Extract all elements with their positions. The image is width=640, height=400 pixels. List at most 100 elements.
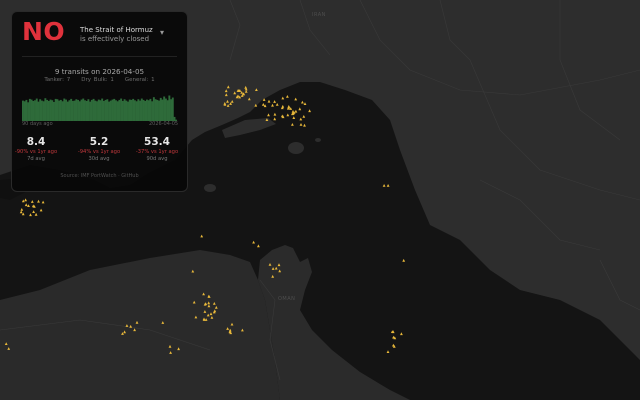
- ship-marker[interactable]: [267, 99, 271, 103]
- ship-marker[interactable]: [301, 100, 304, 104]
- breakdown-general: General: 1: [124, 77, 155, 83]
- sparkline-bar: [22, 100, 24, 121]
- sparkline-bar: [40, 100, 43, 121]
- stat-label: 7d avg: [27, 156, 45, 162]
- sparkline-bar: [144, 100, 147, 121]
- ship-marker[interactable]: [257, 244, 260, 248]
- sparkline-bar: [34, 100, 36, 121]
- ship-marker[interactable]: [303, 102, 307, 105]
- ship-marker[interactable]: [303, 123, 306, 127]
- ship-marker[interactable]: [41, 200, 45, 204]
- sparkline-end-label: 2026-04-05: [149, 121, 179, 127]
- sparkline-bar: [46, 99, 49, 121]
- sparkline-bar: [125, 100, 128, 121]
- sparkline-bar: [147, 100, 150, 121]
- sparkline-bar: [30, 99, 33, 121]
- ship-marker[interactable]: [267, 113, 270, 117]
- ship-marker[interactable]: [273, 100, 276, 103]
- transits-summary: 9 transits on 2026-04-05: [54, 67, 145, 76]
- sparkline-bar: [171, 97, 174, 121]
- sparkline-bar: [113, 98, 116, 121]
- ship-marker[interactable]: [286, 113, 290, 117]
- sparkline-bar: [170, 99, 173, 121]
- stat-delta: -37% vs 1yr ago: [135, 149, 179, 155]
- ship-marker[interactable]: [299, 123, 303, 126]
- ship-marker[interactable]: [298, 107, 302, 111]
- ship-marker[interactable]: [281, 96, 285, 100]
- ship-marker[interactable]: [286, 95, 289, 98]
- sparkline-bar: [63, 98, 66, 121]
- sparkline-bar: [142, 99, 145, 121]
- ship-marker[interactable]: [273, 112, 277, 116]
- map-label-oman: OMAN: [278, 296, 296, 302]
- sparkline-bar: [127, 101, 129, 121]
- ship-marker[interactable]: [32, 210, 35, 213]
- chevron-down-icon[interactable]: ▾: [160, 29, 168, 37]
- ship-marker[interactable]: [39, 208, 43, 212]
- transit-sparkline: [22, 95, 177, 121]
- stat-value: 5.2: [89, 136, 109, 148]
- sparkline-bar: [58, 100, 61, 121]
- headline-line1: The Strait of Hormuz: [80, 26, 153, 34]
- ship-marker[interactable]: [386, 350, 390, 353]
- ship-marker[interactable]: [261, 103, 265, 106]
- ship-marker[interactable]: [24, 198, 27, 202]
- ship-marker[interactable]: [200, 234, 204, 238]
- sparkline-bar: [159, 97, 162, 121]
- stat-7d: 8.4 -90% vs 1yr ago 7d avg: [12, 136, 60, 163]
- ship-marker[interactable]: [292, 116, 296, 119]
- ship-marker[interactable]: [299, 117, 303, 121]
- sparkline-bar: [158, 100, 160, 121]
- stat-value: 8.4: [26, 136, 46, 148]
- sparkline-bar: [102, 100, 105, 121]
- sparkline-bar: [89, 101, 92, 121]
- ship-marker[interactable]: [386, 184, 390, 187]
- sparkline-bar: [77, 99, 80, 121]
- sparkline-bar: [75, 99, 78, 121]
- ship-marker[interactable]: [27, 204, 30, 207]
- sparkline-bar: [116, 101, 119, 121]
- ship-marker[interactable]: [252, 240, 255, 244]
- ship-marker[interactable]: [275, 103, 279, 106]
- sparkline-bar: [94, 100, 97, 121]
- ship-marker[interactable]: [271, 103, 274, 107]
- ship-marker[interactable]: [302, 115, 306, 118]
- ship-marker[interactable]: [291, 123, 294, 126]
- ship-marker[interactable]: [24, 203, 28, 207]
- ship-marker[interactable]: [34, 212, 38, 216]
- sparkline-bar: [65, 99, 67, 121]
- sparkline-bar: [51, 100, 54, 121]
- sparkline-bar: [27, 102, 30, 121]
- ship-marker[interactable]: [30, 200, 34, 203]
- ship-marker[interactable]: [382, 184, 386, 187]
- ship-marker[interactable]: [281, 104, 285, 108]
- ship-marker[interactable]: [19, 210, 23, 214]
- ship-marker[interactable]: [37, 199, 40, 203]
- ship-marker[interactable]: [294, 97, 298, 101]
- sparkline-bar: [121, 100, 124, 121]
- ship-marker[interactable]: [21, 199, 25, 203]
- sparkline-bar: [35, 98, 38, 121]
- sparkline-bar: [130, 99, 133, 121]
- sparkline-bar: [164, 98, 167, 121]
- headline-line2: is effectively closed: [80, 35, 150, 43]
- source-link[interactable]: Source: IMF PortWatch · GitHub: [22, 173, 177, 179]
- ship-marker[interactable]: [29, 213, 32, 217]
- sparkline-bar: [71, 100, 74, 121]
- ship-marker[interactable]: [402, 258, 406, 262]
- status-answer: NO: [22, 17, 66, 46]
- ship-marker[interactable]: [20, 208, 24, 211]
- sparkline-bar: [47, 100, 50, 121]
- sparkline-bar: [32, 100, 35, 121]
- sparkline-bar: [152, 97, 155, 121]
- ship-marker[interactable]: [294, 109, 298, 113]
- ship-marker[interactable]: [273, 117, 277, 121]
- ship-marker[interactable]: [400, 332, 403, 336]
- sparkline-bar: [49, 99, 52, 121]
- sparkline-bar: [161, 99, 164, 121]
- sparkline-bar: [151, 101, 154, 121]
- sparkline-bar: [149, 98, 152, 121]
- ship-marker[interactable]: [308, 109, 311, 113]
- sparkline-bar: [132, 98, 135, 121]
- sparkline-bar: [135, 101, 138, 121]
